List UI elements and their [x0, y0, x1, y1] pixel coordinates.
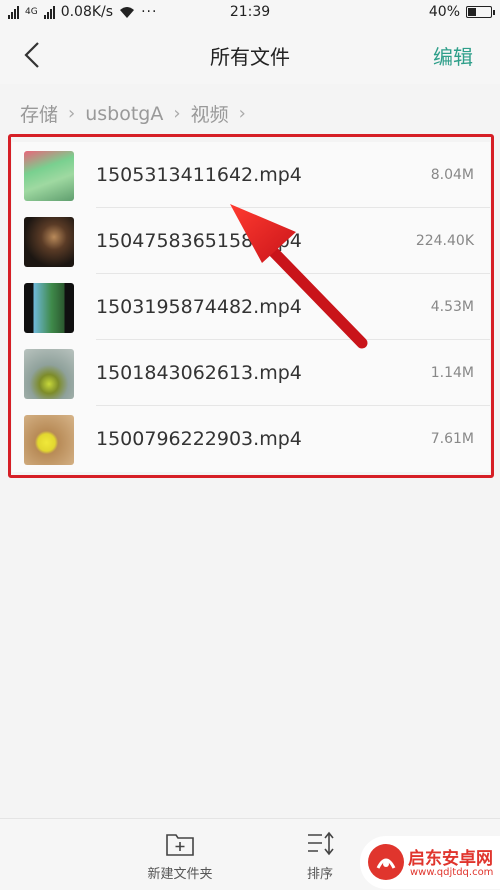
- video-thumbnail: [24, 217, 74, 267]
- battery-icon: [466, 6, 495, 18]
- breadcrumb-item-video[interactable]: 视频: [191, 100, 229, 127]
- file-name: 1505313411642.mp4: [96, 164, 302, 186]
- file-name: 1501843062613.mp4: [96, 362, 302, 384]
- brand-logo-icon: [368, 844, 404, 880]
- sort-label: 排序: [306, 867, 333, 882]
- file-size: 1.14M: [430, 365, 474, 381]
- video-thumbnail: [24, 349, 74, 399]
- video-thumbnail: [24, 283, 74, 333]
- file-size: 224.40K: [415, 233, 474, 249]
- video-thumbnail: [24, 415, 74, 465]
- new-folder-button[interactable]: 新建文件夹: [144, 831, 216, 882]
- file-name: 1503195874482.mp4: [96, 296, 302, 318]
- file-row[interactable]: 1503195874482.mp4 4.53M: [12, 274, 490, 340]
- file-size: 4.53M: [430, 299, 474, 315]
- file-name: 1500796222903.mp4: [96, 428, 302, 450]
- breadcrumb-item-usbotg[interactable]: usbotgA: [85, 103, 163, 125]
- file-list: 1505313411642.mp4 8.04M 1504758365158.mp…: [12, 142, 490, 472]
- file-name: 1504758365158.mp4: [96, 230, 302, 252]
- sort-button[interactable]: 排序: [300, 831, 340, 882]
- watermark-brand: 启东安卓网: [408, 849, 493, 869]
- breadcrumb-item-storage[interactable]: 存储: [20, 100, 58, 127]
- new-folder-icon: [166, 834, 194, 856]
- clock: 21:39: [229, 4, 271, 20]
- file-size: 7.61M: [430, 431, 474, 447]
- file-row[interactable]: 1501843062613.mp4 1.14M: [12, 340, 490, 406]
- page-title: 所有文件: [210, 45, 290, 69]
- file-row[interactable]: 1504758365158.mp4 224.40K: [12, 208, 490, 274]
- battery-percent: 40%: [428, 4, 460, 20]
- edit-button[interactable]: 编辑: [433, 41, 473, 70]
- new-folder-label: 新建文件夹: [147, 867, 213, 882]
- breadcrumb: 存储 › usbotgA › 视频 ›: [20, 100, 256, 127]
- file-row[interactable]: 1500796222903.mp4 7.61M: [12, 406, 490, 472]
- status-bar: 4G 0.08K/s ··· 21:39 40%: [0, 0, 500, 26]
- file-row[interactable]: 1505313411642.mp4 8.04M: [12, 142, 490, 208]
- watermark-url: www.qdjtdq.com: [410, 867, 494, 878]
- chevron-right-icon: ›: [238, 103, 246, 124]
- video-thumbnail: [24, 151, 74, 201]
- sort-icon: [308, 831, 334, 856]
- status-right: 40%: [428, 4, 495, 20]
- chevron-right-icon: ›: [173, 103, 181, 124]
- file-size: 8.04M: [430, 167, 474, 183]
- watermark-logo: 启东安卓网 www.qdjtdq.com: [360, 836, 500, 889]
- chevron-right-icon: ›: [68, 103, 76, 124]
- app-header: 所有文件 编辑: [0, 26, 500, 84]
